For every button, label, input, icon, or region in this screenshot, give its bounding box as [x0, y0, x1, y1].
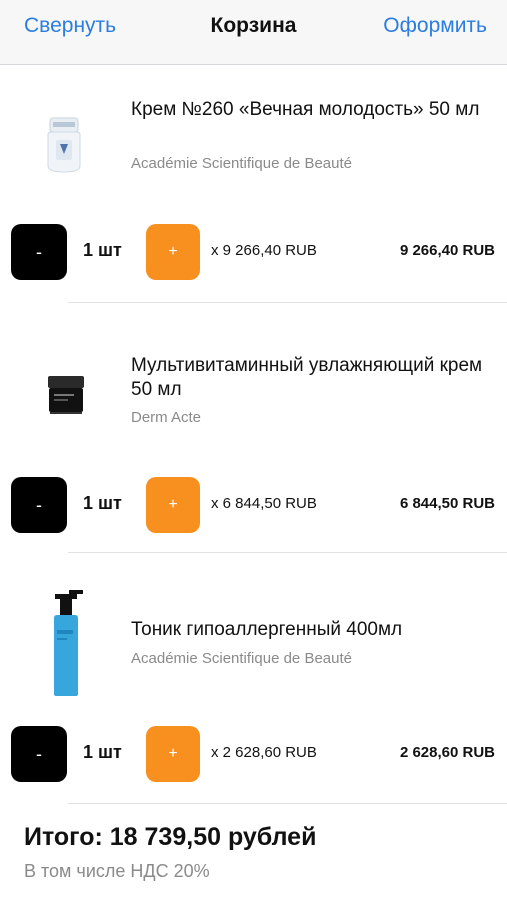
- item-total: 2 628,60 RUB: [399, 744, 495, 761]
- item-name[interactable]: Мультивитаминный увлажняющий крем 50 мл: [131, 354, 491, 402]
- item-total: 6 844,50 RUB: [399, 495, 495, 512]
- item-brand: Derm Acte: [131, 409, 202, 426]
- item-total: 9 266,40 RUB: [399, 242, 495, 259]
- increase-quantity-button[interactable]: +: [146, 224, 200, 280]
- divider: [68, 302, 507, 303]
- dark-jar-icon: [46, 374, 86, 421]
- item-name[interactable]: Крем №260 «Вечная молодость» 50 мл: [131, 98, 491, 122]
- item-brand: Académie Scientifique de Beauté: [131, 650, 352, 667]
- quantity-row: - 1 шт + x 9 266,40 RUB 9 266,40 RUB: [0, 224, 507, 280]
- unit-price: x 2 628,60 RUB: [211, 744, 317, 761]
- decrease-quantity-button[interactable]: -: [11, 726, 67, 782]
- quantity-value: 1 шт: [83, 742, 122, 762]
- quantity-value: 1 шт: [83, 240, 122, 260]
- decrease-quantity-button[interactable]: -: [11, 477, 67, 533]
- checkout-button[interactable]: Оформить: [383, 14, 487, 38]
- increase-quantity-button[interactable]: +: [146, 726, 200, 782]
- quantity-row: - 1 шт + x 6 844,50 RUB 6 844,50 RUB: [0, 477, 507, 533]
- divider: [68, 552, 507, 553]
- item-name[interactable]: Тоник гипоаллергенный 400мл: [131, 618, 491, 642]
- divider: [68, 803, 507, 804]
- quantity-row: - 1 шт + x 2 628,60 RUB 2 628,60 RUB: [0, 726, 507, 782]
- order-total: Итого: 18 739,50 рублей: [24, 823, 317, 851]
- cream-jar-icon: [44, 116, 84, 181]
- navigation-bar: Свернуть Корзина Оформить: [0, 0, 507, 65]
- unit-price: x 6 844,50 RUB: [211, 495, 317, 512]
- decrease-quantity-button[interactable]: -: [11, 224, 67, 280]
- pump-bottle-icon: [47, 590, 87, 703]
- unit-price: x 9 266,40 RUB: [211, 242, 317, 259]
- increase-quantity-button[interactable]: +: [146, 477, 200, 533]
- item-brand: Académie Scientifique de Beauté: [131, 155, 352, 172]
- vat-note: В том числе НДС 20%: [24, 861, 210, 881]
- quantity-value: 1 шт: [83, 493, 122, 513]
